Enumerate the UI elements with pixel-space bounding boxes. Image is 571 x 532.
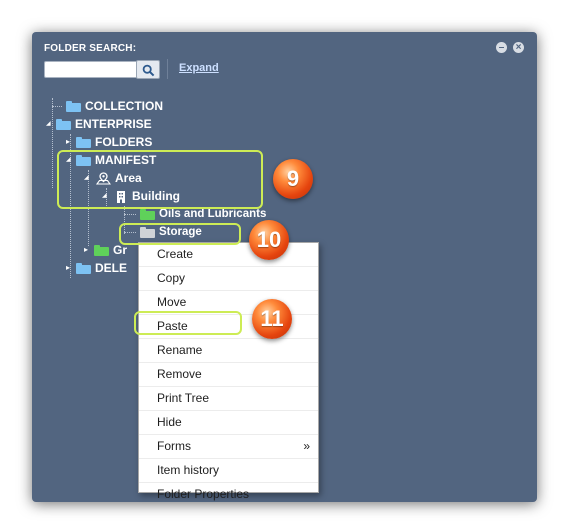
callout-box-storage [119, 223, 241, 245]
menu-item-forms[interactable]: Forms » [139, 435, 318, 459]
callout-badge-10: 10 [249, 220, 289, 260]
callout-badge-11: 11 [252, 299, 292, 339]
search-icon [142, 64, 155, 77]
tree-node-label: FOLDERS [95, 135, 153, 149]
tree-node-label: COLLECTION [85, 99, 163, 113]
tree-node-enterprise[interactable]: ◢ ENTERPRISE [46, 116, 152, 132]
callout-badge-9: 9 [273, 159, 313, 199]
menu-item-label: Forms [157, 439, 191, 453]
menu-item-print-tree[interactable]: Print Tree [139, 387, 318, 411]
panel-title: FOLDER SEARCH: [44, 43, 137, 54]
collapsed-toggle-icon[interactable]: ▸ [66, 134, 76, 150]
expand-link[interactable]: Expand [179, 62, 219, 74]
callout-box-manifest [57, 150, 263, 209]
context-menu: Create Copy Move Paste Rename Remove Pri… [138, 242, 319, 501]
minimize-icon[interactable]: – [496, 42, 507, 53]
expanded-toggle-icon[interactable]: ◢ [46, 116, 56, 132]
folder-icon [94, 244, 109, 256]
tree-node-label: Gr [113, 243, 128, 257]
tree-node-label: ENTERPRISE [75, 117, 152, 131]
tree-node-collection[interactable]: COLLECTION [56, 98, 163, 114]
submenu-arrow-icon: » [303, 439, 310, 453]
menu-item-copy[interactable]: Copy [139, 267, 318, 291]
tree-guide [52, 98, 53, 188]
folder-icon [66, 100, 81, 112]
menu-item-create[interactable]: Create [139, 243, 318, 267]
menu-item-item-history[interactable]: Item history [139, 459, 318, 483]
folder-icon [76, 136, 91, 148]
callout-box-paste [134, 311, 242, 335]
collapsed-toggle-icon[interactable]: ▸ [66, 260, 76, 276]
toolbar-divider [167, 59, 168, 79]
close-icon[interactable]: × [513, 42, 524, 53]
tree-node-gr[interactable]: ▸ Gr [84, 242, 127, 258]
menu-item-folder-properties[interactable]: Folder Properties [139, 483, 318, 506]
search-button[interactable] [136, 60, 160, 79]
tree-node-dele[interactable]: ▸ DELE [66, 260, 127, 276]
folder-icon [76, 262, 91, 274]
menu-item-hide[interactable]: Hide [139, 411, 318, 435]
menu-item-remove[interactable]: Remove [139, 363, 318, 387]
folder-icon [140, 208, 155, 220]
collapsed-toggle-icon[interactable]: ▸ [84, 242, 94, 258]
menu-item-rename[interactable]: Rename [139, 339, 318, 363]
folder-icon [56, 118, 71, 130]
tree-node-label: DELE [95, 261, 128, 275]
folder-search-input[interactable] [44, 61, 138, 78]
tree-node-folders[interactable]: ▸ FOLDERS [66, 134, 152, 150]
tree-node-label: Oils and Lubricants [159, 208, 267, 220]
